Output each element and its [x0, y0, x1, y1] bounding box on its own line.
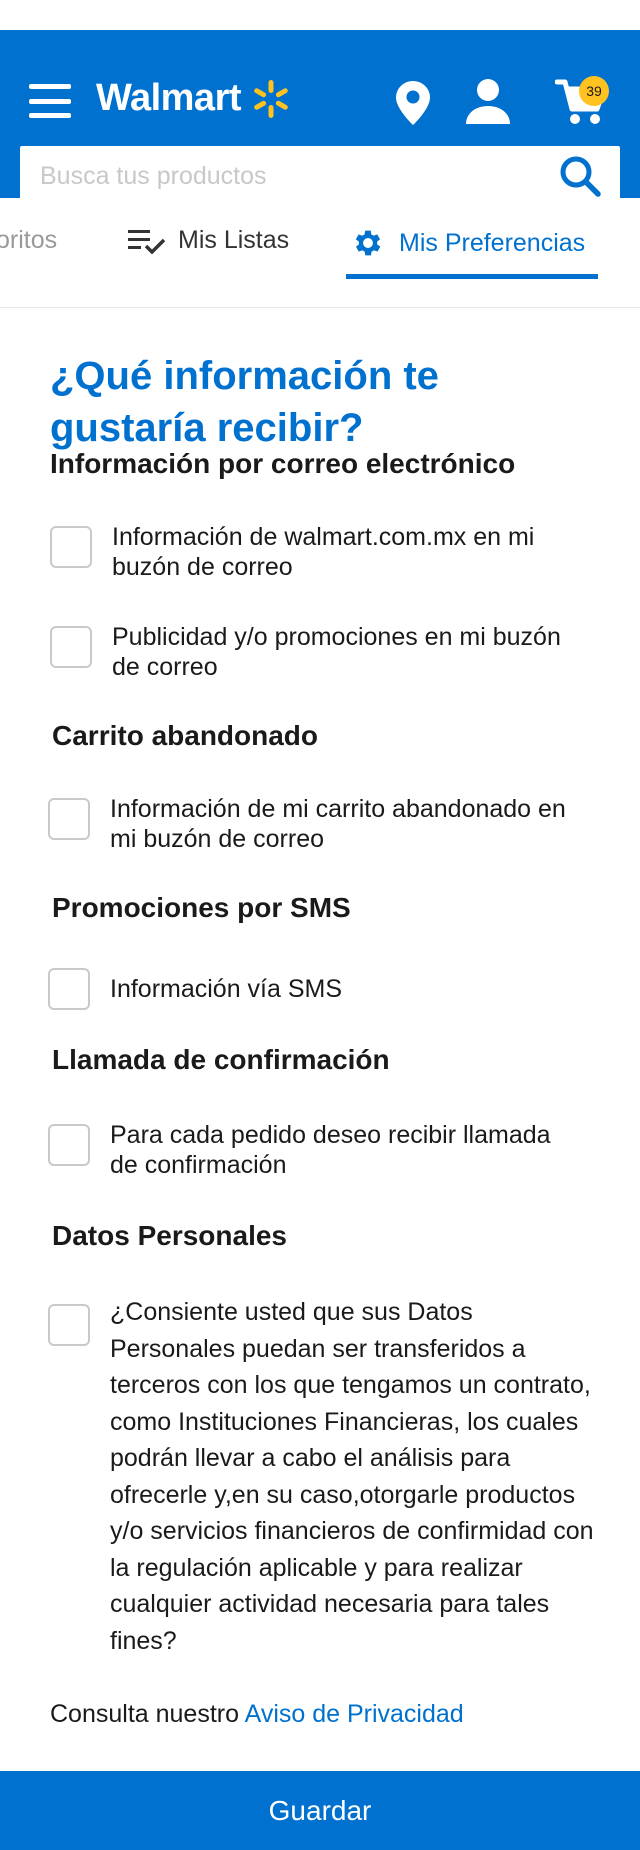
- option-confirmation-call: Para cada pedido deseo recibir llamada d…: [48, 1121, 580, 1180]
- option-label: Publicidad y/o promociones en mi buzón d…: [112, 623, 561, 681]
- privacy-notice: Consulta nuestro Aviso de Privacidad: [50, 1700, 464, 1729]
- search-input[interactable]: [20, 146, 558, 206]
- preferences-content: ¿Qué información te gustaría recibir?: [0, 350, 640, 454]
- brand-name: Walmart: [96, 77, 242, 119]
- privacy-link[interactable]: Aviso de Privacidad: [245, 1700, 464, 1728]
- checkbox-email-promos[interactable]: [50, 626, 92, 668]
- checkbox-personal-data-consent[interactable]: [48, 1304, 90, 1346]
- walmart-logo[interactable]: Walmart: [96, 77, 291, 120]
- status-bar-area: [0, 0, 640, 30]
- active-tab-indicator: [346, 274, 598, 279]
- search-icon[interactable]: [558, 154, 602, 198]
- save-button[interactable]: Guardar: [269, 1795, 372, 1827]
- tab-label: Mis Listas: [178, 226, 290, 254]
- search-bar: [20, 146, 620, 206]
- tab-favoritos[interactable]: oritos: [0, 226, 57, 255]
- checkbox-confirmation-call[interactable]: [48, 1124, 90, 1166]
- spark-icon: [254, 79, 288, 118]
- list-check-icon: [128, 229, 166, 254]
- option-email-info: Información de walmart.com.mx en mi buzó…: [50, 523, 582, 582]
- option-email-promos: Publicidad y/o promociones en mi buzón d…: [50, 623, 582, 682]
- tab-mis-listas[interactable]: Mis Listas: [128, 226, 289, 255]
- option-label: Información de mi carrito abandonado en …: [110, 795, 566, 853]
- option-sms: Información vía SMS: [48, 968, 580, 1010]
- tab-label: Mis Preferencias: [399, 228, 586, 257]
- tab-label: oritos: [0, 226, 58, 254]
- section-title-sms: Promociones por SMS: [52, 892, 351, 923]
- checkbox-email-info[interactable]: [50, 526, 92, 568]
- privacy-prefix: Consulta nuestro: [50, 1700, 240, 1728]
- save-bar: Guardar: [0, 1771, 640, 1850]
- page-title: ¿Qué información te gustaría recibir?: [50, 354, 439, 450]
- checkbox-abandoned-cart[interactable]: [48, 798, 90, 840]
- option-abandoned-cart: Información de mi carrito abandonado en …: [48, 795, 580, 854]
- option-label: ¿Consiente usted que sus Datos Personale…: [110, 1298, 594, 1655]
- tab-mis-preferencias[interactable]: Mis Preferencias: [351, 226, 585, 260]
- checkbox-sms[interactable]: [48, 968, 90, 1010]
- gear-icon: [355, 230, 381, 256]
- user-icon[interactable]: [465, 78, 511, 124]
- app-header: Walmart 39: [0, 30, 640, 206]
- cart-count-badge: 39: [579, 76, 609, 106]
- section-title-email: Información por correo electrónico: [50, 448, 516, 479]
- section-title-cart: Carrito abandonado: [52, 720, 319, 751]
- section-title-personal-data: Datos Personales: [52, 1220, 287, 1251]
- account-tabs: oritos Mis Listas Mis Preferencias: [0, 198, 640, 308]
- option-label: Información vía SMS: [110, 975, 343, 1003]
- option-personal-data-consent: ¿Consiente usted que sus Datos Personale…: [48, 1298, 602, 1659]
- option-label: Información de walmart.com.mx en mi buzó…: [112, 523, 535, 581]
- option-label: Para cada pedido deseo recibir llamada d…: [110, 1121, 551, 1179]
- menu-icon[interactable]: [29, 84, 71, 118]
- location-pin-icon[interactable]: [395, 80, 431, 126]
- section-title-call: Llamada de confirmación: [52, 1044, 390, 1075]
